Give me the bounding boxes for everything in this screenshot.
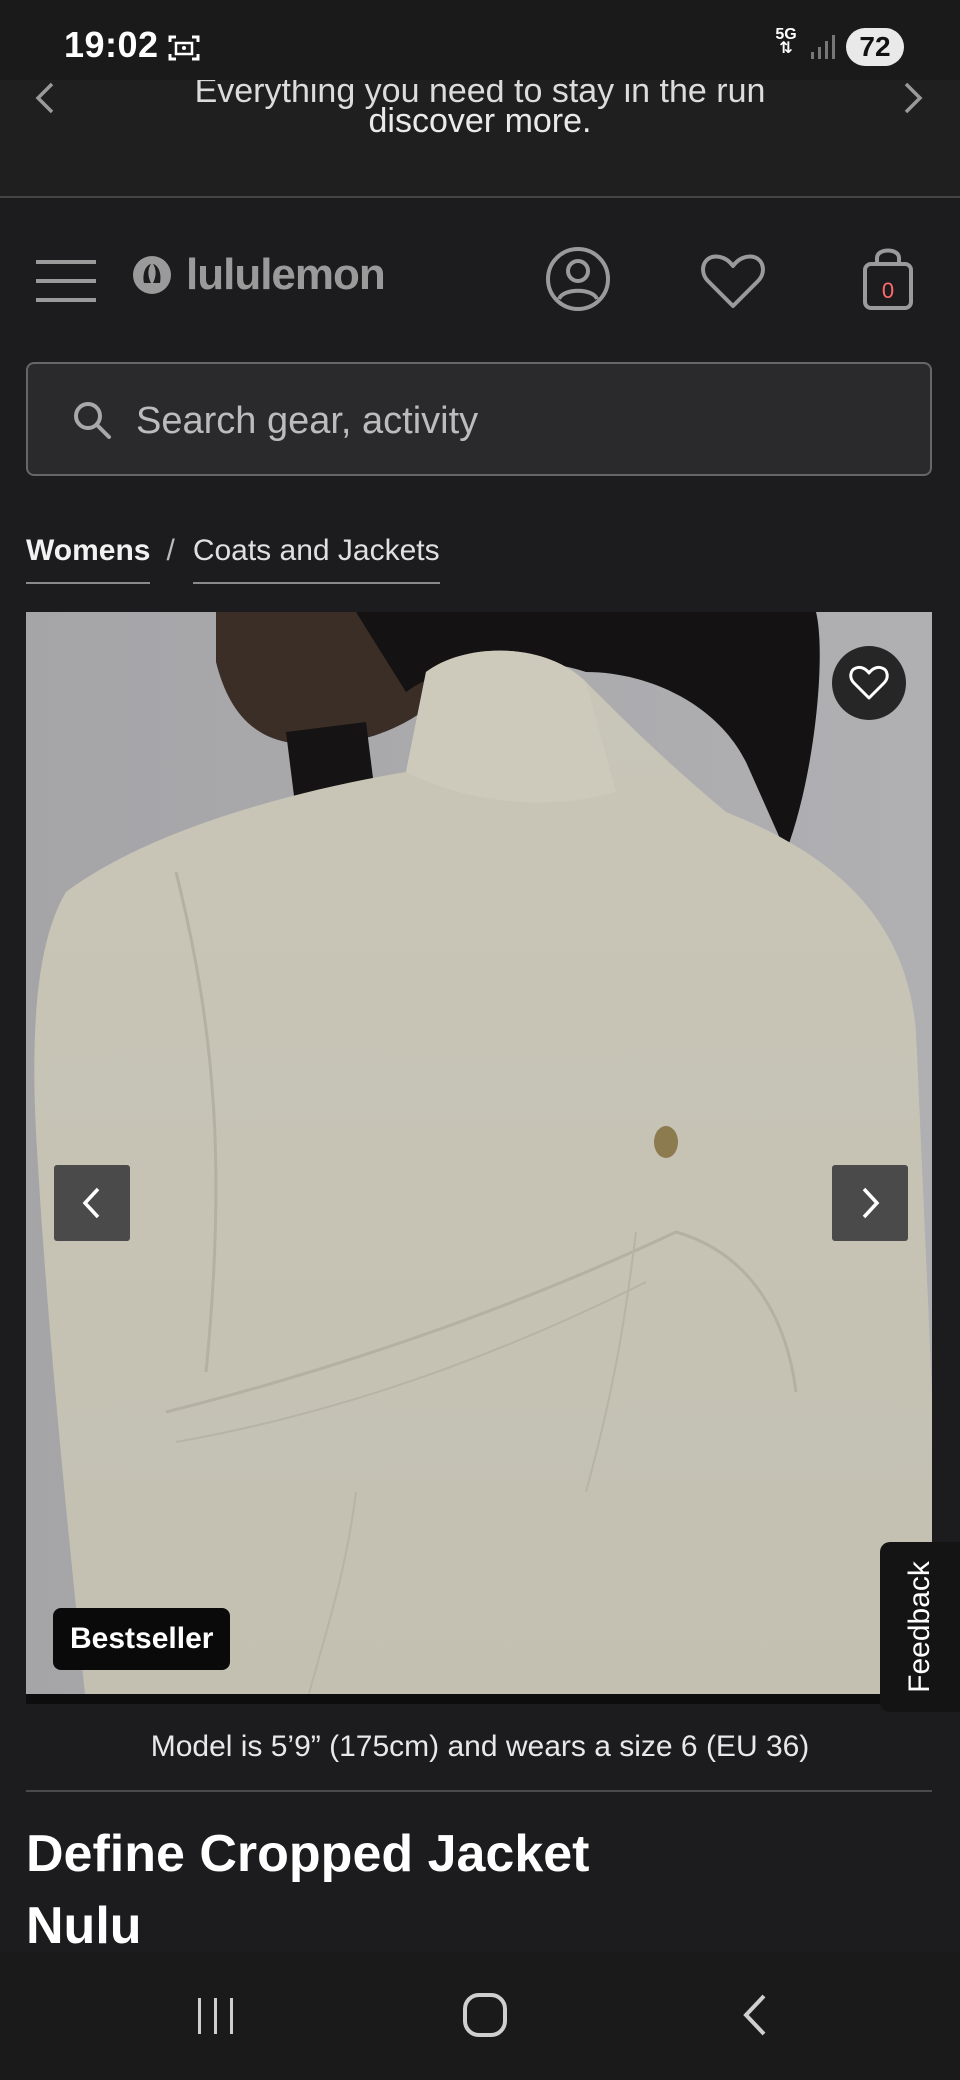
search-input[interactable]: Search gear, activity [26,362,932,476]
status-bar: 19:02 5G ⇅ 72 [0,0,960,80]
chevron-right-icon[interactable] [898,80,928,120]
bestseller-badge: Bestseller [53,1608,231,1670]
screenshot-icon [168,35,200,61]
product-wishlist-button[interactable] [832,646,906,720]
breadcrumb-coats-and-jackets[interactable]: Coats and Jackets [192,534,440,584]
heart-icon [849,665,889,700]
search-placeholder: Search gear, activity [136,400,479,442]
image-bottom-bar [26,1694,932,1704]
feedback-tab[interactable]: Feedback [880,1542,960,1712]
system-nav-bar [0,1952,960,2080]
status-time: 19:02 [64,24,159,65]
bag-count: 0 [881,278,895,303]
logo-mark-icon [133,256,171,294]
product-title-line1: Define Cropped Jacket [26,1825,590,1883]
feedback-label: Feedback [903,1561,936,1693]
breadcrumb-womens[interactable]: Womens [26,534,151,584]
battery-indicator: 72 [846,28,904,66]
recent-apps-icon[interactable] [194,1996,238,2036]
account-icon[interactable] [545,246,611,312]
network-5g-icon: 5G ⇅ [775,26,797,57]
home-icon[interactable] [462,1992,508,2038]
carousel-prev-button[interactable] [54,1165,130,1241]
product-photo [26,612,932,1704]
model-size-note: Model is 5’9” (175cm) and wears a size 6… [150,1730,810,1763]
chevron-left-icon [82,1187,100,1219]
carousel-next-button[interactable] [832,1165,908,1241]
chevron-left-icon[interactable] [30,80,60,120]
back-icon[interactable] [738,1992,770,2038]
hamburger-icon[interactable] [36,258,96,304]
product-image[interactable]: Bestseller [26,612,932,1704]
signal-icon [811,35,835,59]
search-icon [74,402,111,439]
promo-banner[interactable]: Everything you need to stay in the run d… [0,80,960,198]
promo-text[interactable]: discover more. [0,102,960,141]
lululemon-logo[interactable]: lululemon [132,250,386,300]
brand-name: lululemon [186,250,386,299]
site-header: lululemon 0 [0,198,960,348]
chevron-right-icon [862,1187,880,1219]
breadcrumb: Womens / Coats and Jackets [26,534,440,584]
wishlist-heart-icon[interactable] [700,252,766,310]
product-title: Define Cropped Jacket Nulu [26,1818,726,1962]
divider [26,1790,932,1792]
breadcrumb-separator: / [166,534,175,567]
